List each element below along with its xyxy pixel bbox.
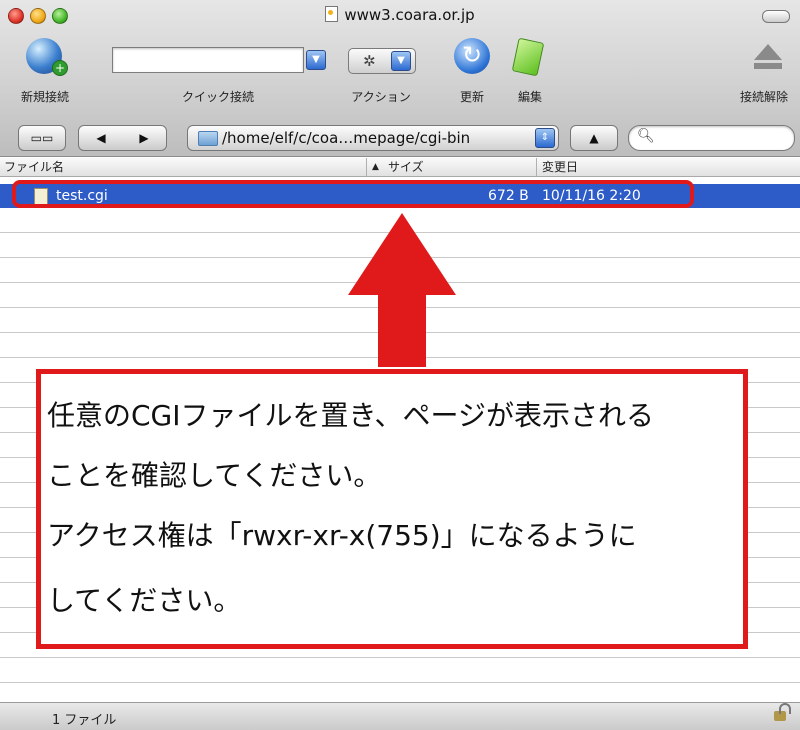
sort-ascending-icon: ▲ xyxy=(372,162,379,172)
note-line-1: 任意のCGIファイルを置き、ページが表示される xyxy=(47,399,654,432)
search-icon: 🔍︎ xyxy=(637,128,655,144)
back-arrow-icon: ◀ xyxy=(96,131,106,145)
disconnect-label: 接続解除 xyxy=(739,90,788,104)
toolbar-area: www3.coara.or.jp + 新規接続 ▼ クイック接続 ✲ ▼ アクシ… xyxy=(0,0,800,157)
highlight-outline xyxy=(12,180,694,208)
path-stepper-icon: ⇕ xyxy=(535,128,555,148)
plus-icon: + xyxy=(52,60,68,76)
path-selector[interactable]: /home/elf/c/coa…mepage/cgi-bin ⇕ xyxy=(187,125,559,151)
new-connection-label: 新規接続 xyxy=(20,90,69,104)
edit-label: 編集 xyxy=(517,90,542,104)
note-line-2: ことを確認してください。 xyxy=(47,459,382,492)
forward-button[interactable]: ▶ xyxy=(122,125,167,151)
column-header-size[interactable]: サイズ xyxy=(388,159,424,175)
refresh-label: 更新 xyxy=(459,90,484,104)
column-divider[interactable] xyxy=(536,158,537,176)
column-header-name[interactable]: ファイル名 xyxy=(4,159,64,175)
quick-connect-group: クイック接続 xyxy=(112,36,324,106)
note-line-4: してください。 xyxy=(47,584,242,617)
up-arrow-icon: ▲ xyxy=(589,131,599,145)
toolbar-toggle-button[interactable] xyxy=(762,10,790,23)
book-icon: ▭▭ xyxy=(30,131,54,145)
status-bar: 1 ファイル xyxy=(0,702,800,730)
quick-connect-label: クイック接続 xyxy=(181,90,254,104)
forward-arrow-icon: ▶ xyxy=(139,131,149,145)
title-bar: www3.coara.or.jp xyxy=(0,0,800,34)
back-button[interactable]: ◀ xyxy=(78,125,124,151)
lock-icon xyxy=(774,703,791,721)
new-connection-button[interactable]: + 新規接続 xyxy=(8,36,82,106)
ftp-client-window: www3.coara.or.jp + 新規接続 ▼ クイック接続 ✲ ▼ アクシ… xyxy=(0,0,800,730)
path-bar: ▭▭ ◀ ▶ /home/elf/c/coa…mepage/cgi-bin ⇕ … xyxy=(0,118,800,156)
window-title: www3.coara.or.jp xyxy=(0,6,800,24)
note-line-3: アクセス権は「rwxr-xr-x(755)」になるように xyxy=(47,519,637,552)
disconnect-button[interactable]: 接続解除 xyxy=(728,36,800,106)
edit-button[interactable]: 編集 xyxy=(500,36,560,106)
column-header-modified[interactable]: 変更日 xyxy=(542,159,578,175)
search-input[interactable]: 🔍︎ xyxy=(628,125,795,151)
current-path: /home/elf/c/coa…mepage/cgi-bin xyxy=(222,129,471,147)
instruction-note: 任意のCGIファイルを置き、ページが表示される ことを確認してください。 アクセ… xyxy=(36,369,748,649)
file-count: 1 ファイル xyxy=(52,713,117,728)
action-group: アクション xyxy=(330,36,432,106)
document-icon xyxy=(325,6,339,22)
column-headers: ファイル名 ▲ サイズ 変更日 xyxy=(0,158,800,177)
bookmarks-button[interactable]: ▭▭ xyxy=(18,125,66,151)
refresh-button[interactable]: 更新 xyxy=(440,36,504,106)
red-arrow-icon xyxy=(348,213,456,367)
folder-icon xyxy=(198,131,218,146)
action-label: アクション xyxy=(351,90,411,104)
window-title-text: www3.coara.or.jp xyxy=(344,6,475,24)
parent-directory-button[interactable]: ▲ xyxy=(570,125,618,151)
column-divider[interactable] xyxy=(366,158,367,176)
empty-row xyxy=(0,658,800,683)
